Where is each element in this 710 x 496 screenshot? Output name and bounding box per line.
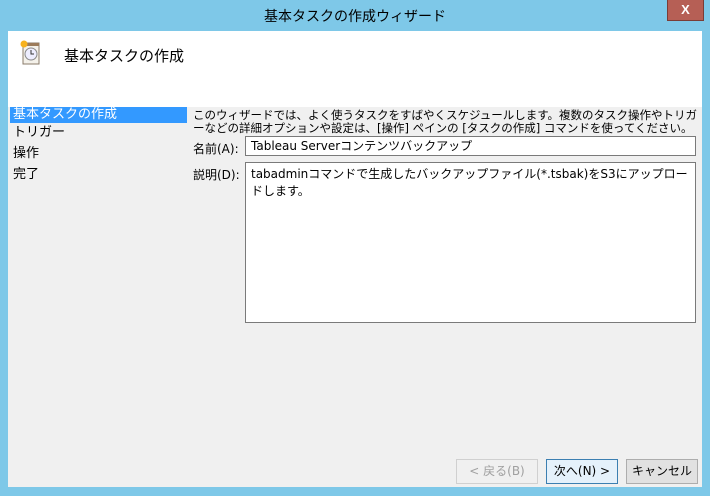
back-button[interactable]: < 戻る(B): [456, 459, 538, 484]
name-input[interactable]: Tableau Serverコンテンツバックアップ: [245, 136, 696, 156]
wizard-steps: 基本タスクの作成 トリガー 操作 完了: [10, 107, 187, 186]
step-create-basic-task: 基本タスクの作成: [10, 107, 187, 123]
task-clock-icon: [20, 40, 40, 65]
step-finish: 完了: [13, 167, 40, 182]
name-label: 名前(A):: [193, 142, 239, 156]
description-label: 説明(D):: [193, 168, 240, 182]
page-title: 基本タスクの作成: [64, 47, 185, 65]
close-button[interactable]: X: [667, 0, 704, 21]
next-button[interactable]: 次へ(N) >: [546, 459, 618, 484]
cancel-button[interactable]: キャンセル: [626, 459, 698, 484]
description-textarea[interactable]: tabadminコマンドで生成したバックアップファイル(*.tsbak)をS3に…: [245, 162, 696, 323]
window-title: 基本タスクの作成ウィザード: [264, 9, 446, 25]
step-action: 操作: [13, 146, 40, 161]
wizard-header: 基本タスクの作成: [8, 31, 702, 107]
wizard-description: このウィザードでは、よく使うタスクをすばやくスケジュールします。複数のタスク操作…: [193, 108, 698, 135]
step-trigger: トリガー: [13, 125, 66, 140]
